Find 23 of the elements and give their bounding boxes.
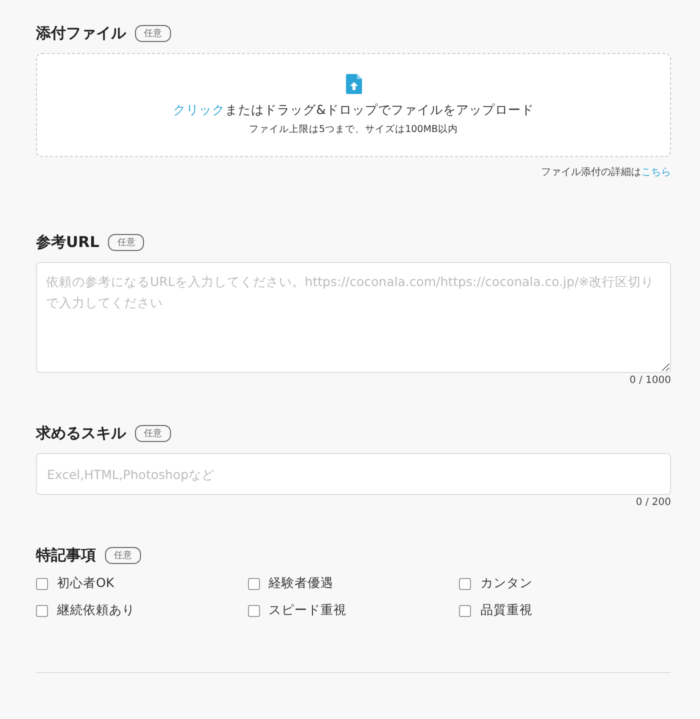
url-textarea[interactable]: 依頼の参考になるURLを入力してください。https://coconala.com/https://coconala.co.jp/※改行区切りで入力してください: [36, 262, 671, 373]
character-counter: 0 / 1000: [629, 375, 671, 386]
file-dropzone[interactable]: クリック またはドラッグ&ドロップでファイルをアップロード ファイル上限は5つまで、サイズは100MB以内: [36, 53, 671, 157]
section-title: 参考URL: [36, 233, 100, 252]
section-title: 添付ファイル: [36, 24, 126, 43]
optional-badge: 任意: [135, 425, 171, 442]
checkbox-option[interactable]: 初心者OK: [36, 575, 248, 592]
checkbox-option[interactable]: 品質重視: [459, 602, 671, 619]
section-title: 特記事項: [36, 546, 96, 565]
checkbox-option[interactable]: カンタン: [459, 575, 671, 592]
character-counter: 0 / 200: [636, 497, 671, 508]
upload-instruction: クリック またはドラッグ&ドロップでファイルをアップロード: [173, 102, 534, 119]
checkbox-option[interactable]: スピード重視: [248, 602, 460, 619]
optional-badge: 任意: [108, 234, 144, 251]
section-title: 求めるスキル: [36, 424, 126, 443]
checkbox-option[interactable]: 継続依頼あり: [36, 602, 248, 619]
skills-input[interactable]: Excel,HTML,Photoshopなど: [36, 453, 671, 495]
upload-limit-note: ファイル上限は5つまで、サイズは100MB以内: [249, 123, 458, 136]
checkbox-option[interactable]: 経験者優遇: [248, 575, 460, 592]
file-upload-icon: [346, 74, 362, 94]
optional-badge: 任意: [105, 547, 141, 564]
optional-badge: 任意: [135, 25, 171, 42]
attachment-details-text: ファイル添付の詳細はこちら: [541, 166, 671, 179]
